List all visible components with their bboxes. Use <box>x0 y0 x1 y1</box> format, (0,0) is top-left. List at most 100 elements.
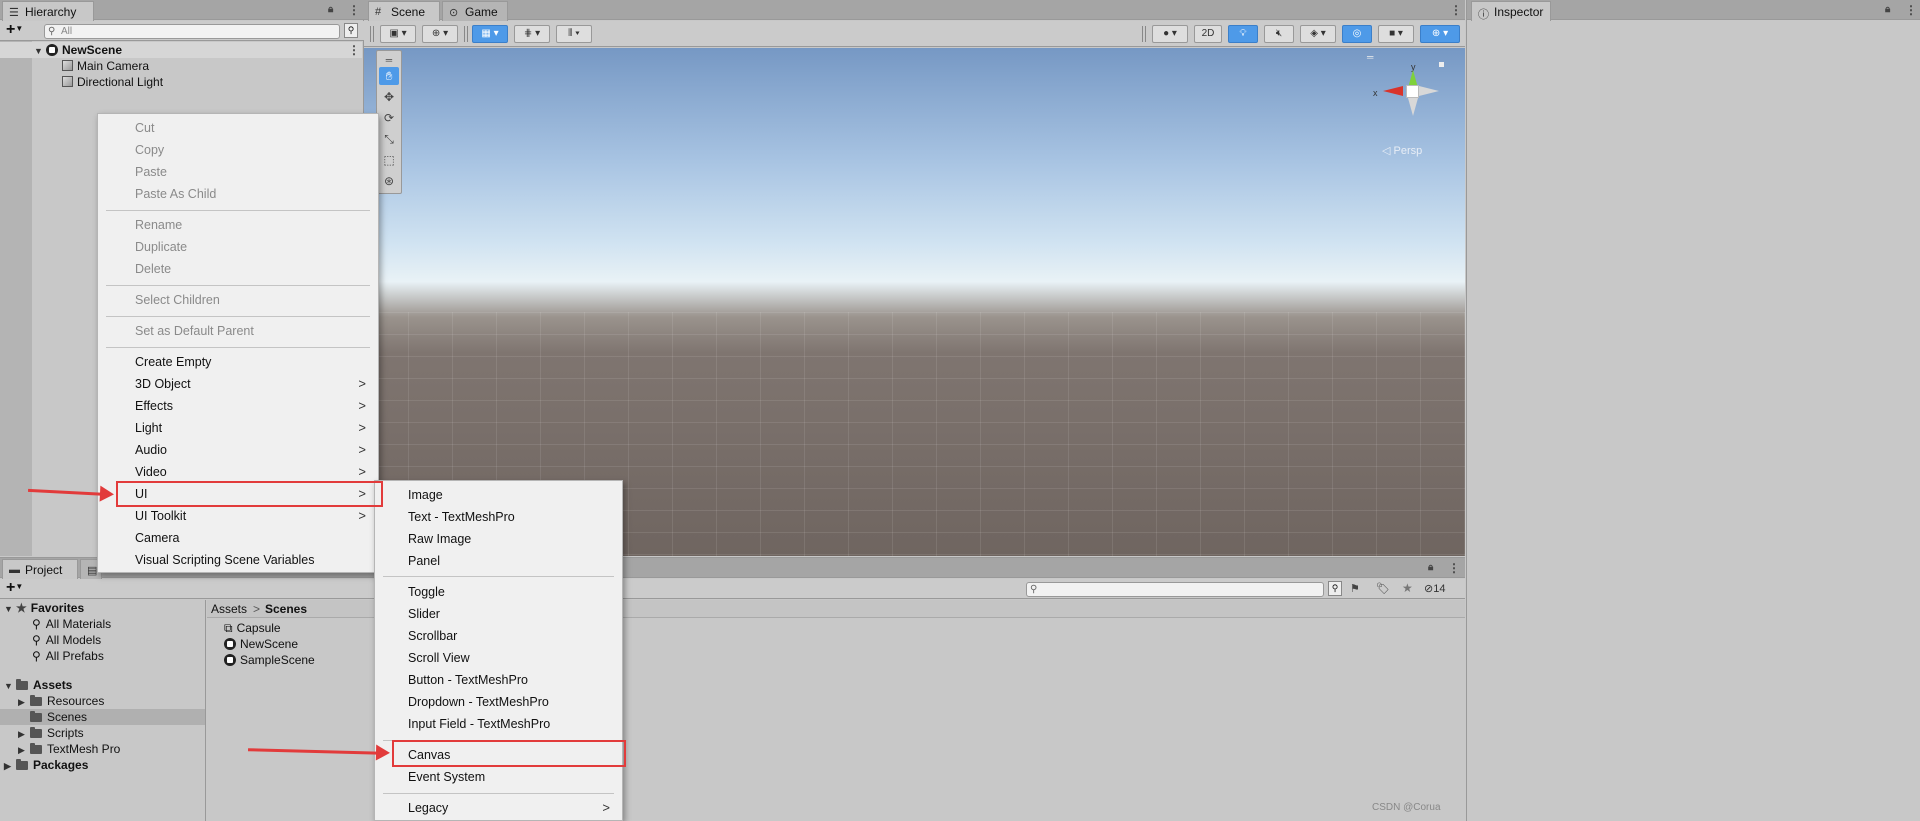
menu-item-duplicate[interactable]: Duplicate <box>98 236 378 258</box>
collapse-arrow-icon[interactable]: ▶ <box>18 726 30 742</box>
breadcrumb-assets[interactable]: Assets <box>211 602 247 616</box>
menu-item-video[interactable]: Video > <box>98 461 378 483</box>
menu-item-visual-scripting-variables[interactable]: Visual Scripting Scene Variables <box>98 549 378 571</box>
lock-icon[interactable]: 🔒︎ <box>1885 4 1890 15</box>
camera-settings-button[interactable]: ■ ▾ <box>1378 25 1414 43</box>
global-toggle-button[interactable]: ⊕ ▾ <box>422 25 458 43</box>
submenu-item-panel[interactable]: Panel <box>371 550 622 572</box>
hierarchy-item-main-camera[interactable]: Main Camera <box>62 58 149 74</box>
lock-icon[interactable]: 🔒︎ <box>328 4 333 15</box>
submenu-item-legacy[interactable]: Legacy > <box>371 797 622 819</box>
favorite-item[interactable]: ⚲ All Models <box>32 632 101 648</box>
scene-root-row[interactable]: ▼ NewScene <box>34 42 122 58</box>
expand-arrow-icon[interactable]: ▼ <box>4 601 16 617</box>
tab-hierarchy[interactable]: ☰ Hierarchy <box>2 1 94 21</box>
draw-mode-button[interactable]: ▣ ▾ <box>380 25 416 43</box>
folder-row-textmeshpro[interactable]: ▶ TextMesh Pro <box>18 741 120 757</box>
menu-item-camera[interactable]: Camera <box>98 527 378 549</box>
align-button[interactable]: ⫴ ▾ <box>556 25 592 43</box>
menu-item-copy[interactable]: Copy <box>98 139 378 161</box>
gizmo-x-cone-icon[interactable] <box>1383 86 1403 96</box>
scale-tool-icon[interactable]: ⤡ <box>379 130 399 148</box>
menu-item-effects[interactable]: Effects > <box>98 395 378 417</box>
menu-item-create-empty[interactable]: Create Empty <box>98 351 378 373</box>
project-add-button[interactable]: +▼ <box>6 579 23 597</box>
menu-item-cut[interactable]: Cut <box>98 117 378 139</box>
collapse-arrow-icon[interactable]: ▶ <box>18 742 30 758</box>
tag-icon[interactable]: 🏷︎ <box>1376 582 1390 595</box>
persp-label[interactable]: ◁ Persp <box>1382 144 1422 157</box>
file-item-capsule[interactable]: ⧉ Capsule <box>224 620 281 636</box>
transform-tool-icon[interactable]: ⊛ <box>379 172 399 190</box>
rotate-tool-icon[interactable]: ⟳ <box>379 109 399 127</box>
menu-item-rename[interactable]: Rename <box>98 214 378 236</box>
menu-item-ui-toolkit[interactable]: UI Toolkit > <box>98 505 378 527</box>
tab-inspector[interactable]: ⓘ Inspector <box>1471 1 1551 21</box>
audio-toggle-button[interactable]: 🔇︎ <box>1264 25 1294 43</box>
folder-row-scripts[interactable]: ▶ Scripts <box>18 725 84 741</box>
collapse-arrow-icon[interactable]: ▶ <box>18 694 30 710</box>
submenu-item-button-tmp[interactable]: Button - TextMeshPro <box>371 669 622 691</box>
submenu-item-input-field-tmp[interactable]: Input Field - TextMeshPro <box>371 713 622 735</box>
lock-icon[interactable]: 🔒︎ <box>1428 562 1433 573</box>
packages-row[interactable]: ▶ Packages <box>4 757 88 773</box>
hidden-packages-toggle[interactable]: ⊘14 <box>1424 582 1445 595</box>
menu-item-3d-object[interactable]: 3D Object > <box>98 373 378 395</box>
gizmo-neg-x-cone-icon[interactable] <box>1419 86 1439 96</box>
menu-item-audio[interactable]: Audio > <box>98 439 378 461</box>
scene-menu-icon[interactable]: ⋮ <box>1450 3 1462 17</box>
file-item-samplescene[interactable]: SampleScene <box>224 652 315 668</box>
hand-tool-icon[interactable]: ✋︎ <box>379 67 399 85</box>
hierarchy-search-input[interactable]: ⚲ All <box>44 24 340 39</box>
submenu-item-text-tmp[interactable]: Text - TextMeshPro <box>371 506 622 528</box>
favorites-row[interactable]: ▼ ★ Favorites <box>4 600 84 616</box>
grid-snap-button[interactable]: ▦ ▾ <box>472 25 508 43</box>
collapse-arrow-icon[interactable]: ▶ <box>4 758 16 774</box>
assets-row[interactable]: ▼ Assets <box>4 677 72 693</box>
tab-game[interactable]: ⊙ Game <box>442 1 508 21</box>
submenu-item-scrollbar[interactable]: Scrollbar <box>371 625 622 647</box>
submenu-item-raw-image[interactable]: Raw Image <box>371 528 622 550</box>
folder-row-scenes[interactable]: Scenes <box>18 709 87 725</box>
menu-item-paste[interactable]: Paste <box>98 161 378 183</box>
menu-item-set-default-parent[interactable]: Set as Default Parent <box>98 320 378 342</box>
move-tool-icon[interactable]: ✥ <box>379 88 399 106</box>
breadcrumb-scenes[interactable]: Scenes <box>265 602 307 616</box>
tab-project[interactable]: ▬ Project <box>2 559 78 579</box>
search-by-type-icon[interactable]: ⚲ <box>1328 581 1342 596</box>
shading-mode-button[interactable]: ● ▾ <box>1152 25 1188 43</box>
submenu-item-toggle[interactable]: Toggle <box>371 581 622 603</box>
file-item-newscene[interactable]: NewScene <box>224 636 298 652</box>
search-by-label-icon[interactable]: ⚑ <box>1350 582 1360 595</box>
submenu-item-slider[interactable]: Slider <box>371 603 622 625</box>
rect-tool-icon[interactable]: ⬚ <box>379 151 399 169</box>
project-search-input[interactable]: ⚲ <box>1026 582 1324 597</box>
submenu-item-dropdown-tmp[interactable]: Dropdown - TextMeshPro <box>371 691 622 713</box>
gizmo-neg-y-cone-icon[interactable] <box>1408 98 1418 116</box>
scene-menu-icon[interactable]: ⋮ <box>348 43 360 57</box>
increment-snap-button[interactable]: ⋕ ▾ <box>514 25 550 43</box>
menu-item-paste-as-child[interactable]: Paste As Child <box>98 183 378 205</box>
favorite-item[interactable]: ⚲ All Prefabs <box>32 648 104 664</box>
tab-scene[interactable]: # Scene <box>368 1 440 21</box>
favorite-item[interactable]: ⚲ All Materials <box>32 616 111 632</box>
expand-arrow-icon[interactable]: ▼ <box>4 678 16 694</box>
menu-item-select-children[interactable]: Select Children <box>98 289 378 311</box>
submenu-item-image[interactable]: Image <box>371 484 622 506</box>
hierarchy-menu-icon[interactable]: ⋮ <box>348 3 360 17</box>
favorite-star-icon[interactable]: ★ <box>1402 581 1413 595</box>
submenu-item-event-system[interactable]: Event System <box>371 766 622 788</box>
search-filter-icon[interactable]: ⚲ <box>344 23 358 38</box>
gizmos-button[interactable]: ⊕ ▾ <box>1420 25 1460 43</box>
lighting-toggle-button[interactable]: 💡︎ <box>1228 25 1258 43</box>
hierarchy-add-button[interactable]: +▼ <box>6 21 23 39</box>
menu-item-light[interactable]: Light > <box>98 417 378 439</box>
project-menu-icon[interactable]: ⋮ <box>1448 561 1460 575</box>
folder-row-resources[interactable]: ▶ Resources <box>18 693 104 709</box>
gizmo-grip-icon[interactable]: ═ <box>1367 52 1373 62</box>
hierarchy-item-directional-light[interactable]: Directional Light <box>62 74 163 90</box>
gizmo-lock-icon[interactable] <box>1439 62 1444 67</box>
effects-button[interactable]: ◈ ▾ <box>1300 25 1336 43</box>
visibility-toggle-button[interactable]: ◎ <box>1342 25 1372 43</box>
inspector-menu-icon[interactable]: ⋮ <box>1905 3 1917 17</box>
